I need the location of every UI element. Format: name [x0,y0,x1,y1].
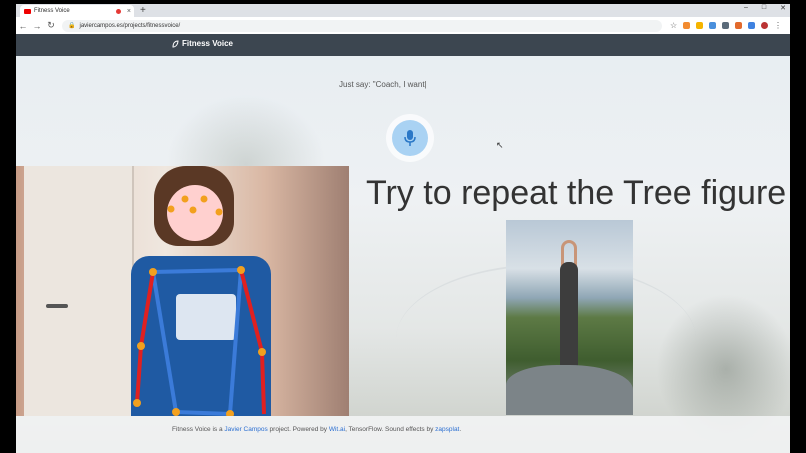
skeleton-line [152,268,242,274]
footer-text-part: . [459,426,462,433]
url-text: javiercampos.es/projects/fitnessvoice/ [79,22,181,29]
skeleton-line [139,271,155,347]
tab-strip: Fitness Voice × + – □ ✕ [16,4,790,17]
keypoint [167,205,175,213]
back-icon[interactable]: ← [16,21,30,31]
keypoint [137,342,145,350]
keypoint [189,206,197,214]
minimize-button[interactable]: – [744,4,748,12]
face-mask [167,185,223,241]
close-window-button[interactable]: ✕ [780,4,786,12]
mic-circle [392,120,428,156]
footer: Fitness Voice is a Javier Campos project… [16,416,790,453]
extension-icon[interactable] [722,22,729,29]
recording-icon [115,8,121,14]
profile-avatar[interactable] [761,22,768,29]
lock-icon: 🔒 [68,23,76,29]
extension-icon[interactable] [709,22,716,29]
browser-tab[interactable]: Fitness Voice × [20,5,134,17]
brand-label: Fitness Voice [182,39,233,48]
photo-person [560,262,578,372]
keypoint [149,268,157,276]
forward-icon[interactable]: → [30,21,44,31]
exercise-title: Try to repeat the Tree figure [366,174,787,212]
zapsplat-link[interactable]: zapsplat [435,426,459,433]
wit-link[interactable]: Wit.ai [329,426,345,433]
webcam-feed [16,166,349,416]
keypoint [258,348,266,356]
microphone-icon [404,130,416,146]
keypoint [172,408,180,416]
web-page: Fitness Voice Just say: "Coach, I want| … [16,34,790,453]
pose-skeleton [133,185,266,416]
tree-pose-reference-image [506,220,633,415]
skeleton-line [239,269,264,353]
new-tab-button[interactable]: + [140,5,146,16]
youtube-icon [24,8,31,14]
skeleton-line [135,345,143,404]
keypoint [133,399,141,407]
skeleton-line [228,269,243,415]
footer-text-part: , TensorFlow. Sound effects by [345,426,436,433]
skeleton-line [151,271,178,413]
browser-toolbar: ← → ↻ 🔒 javiercampos.es/projects/fitness… [16,17,790,34]
keypoint [200,195,208,203]
leaf-icon [172,39,179,48]
menu-icon[interactable]: ⋮ [774,22,782,30]
extension-icon[interactable] [683,22,690,29]
star-icon[interactable]: ☆ [670,22,677,30]
keypoint [215,208,223,216]
keypoint [237,266,245,274]
footer-text: Fitness Voice is a Javier Campos project… [172,426,461,433]
maximize-button[interactable]: □ [762,4,766,12]
site-navbar: Fitness Voice [16,34,790,56]
footer-text-part: Fitness Voice is a [172,426,225,433]
extension-icon[interactable] [748,22,755,29]
window-controls: – □ ✕ [744,4,786,12]
author-link[interactable]: Javier Campos [224,426,267,433]
voice-prompt: Just say: "Coach, I want| [339,80,427,89]
skeleton-line [260,351,266,415]
keypoint [181,195,189,203]
extension-icon[interactable] [696,22,703,29]
skeleton-line [175,410,231,416]
extension-icon[interactable] [735,22,742,29]
browser-chrome: Fitness Voice × + – □ ✕ ← → ↻ 🔒 javierca… [16,4,790,34]
footer-text-part: project. Powered by [267,426,329,433]
extension-icons: ☆ ⋮ [670,22,782,30]
address-bar[interactable]: 🔒 javiercampos.es/projects/fitnessvoice/ [62,19,662,32]
photo-rock [506,365,633,415]
mouse-cursor-icon: ↖ [496,140,504,150]
brand[interactable]: Fitness Voice [172,39,233,48]
tab-close-icon[interactable]: × [127,8,131,15]
reload-icon[interactable]: ↻ [44,20,58,31]
mic-button[interactable] [386,114,434,162]
tab-title: Fitness Voice [34,8,70,14]
